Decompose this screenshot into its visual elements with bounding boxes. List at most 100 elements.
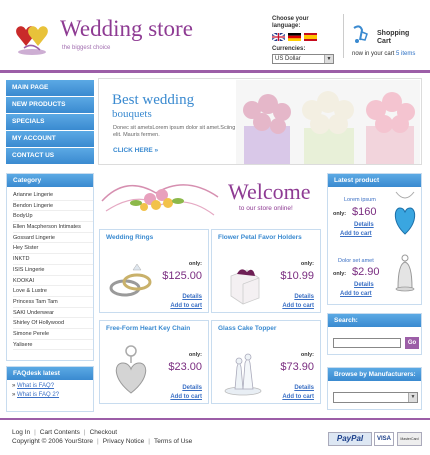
product-add-to-cart-link[interactable]: Add to cart bbox=[170, 394, 202, 400]
currencies-label: Currencies: bbox=[272, 46, 306, 52]
language-label: Choose your language: bbox=[272, 16, 309, 29]
product-details-link[interactable]: Details bbox=[182, 385, 202, 391]
latest-product-name-link[interactable]: Lorem ipsum bbox=[344, 197, 376, 203]
latest-product-title: Latest product bbox=[328, 174, 421, 187]
nav-specials[interactable]: SPECIALS bbox=[6, 114, 94, 130]
product-price: $125.00 bbox=[162, 270, 202, 282]
flag-germany-icon[interactable] bbox=[288, 33, 301, 41]
category-item[interactable]: SAKI Underwear bbox=[13, 308, 93, 319]
visa-logo: VISA bbox=[374, 432, 394, 446]
category-item[interactable]: Love & Lustre bbox=[13, 286, 93, 297]
heart-key-chain-image[interactable] bbox=[105, 341, 157, 396]
product-only-label: only: bbox=[188, 352, 202, 358]
product-price: $10.99 bbox=[280, 270, 314, 282]
nav-my-account[interactable]: MY ACCOUNT bbox=[6, 131, 94, 147]
banner-text: Donec sit ametsLorem ipsum dolor sit ame… bbox=[113, 125, 236, 138]
flowers-ribbon-image bbox=[101, 184, 219, 216]
nav-contact-us[interactable]: CONTACT US bbox=[6, 148, 94, 164]
category-item[interactable]: Yalisere bbox=[13, 340, 93, 351]
product-name-link[interactable]: Free-Form Heart Key Chain bbox=[106, 325, 190, 332]
category-item[interactable]: Hey Sister bbox=[13, 243, 93, 255]
shopping-cart-link[interactable]: Shopping Cart bbox=[377, 30, 409, 46]
search-title: Search: bbox=[328, 314, 421, 327]
category-item[interactable]: Ellen Macpherson Intimates bbox=[13, 222, 93, 233]
language-flags bbox=[272, 33, 317, 41]
product-only-label: only: bbox=[300, 352, 314, 358]
footer-login-link[interactable]: Log In bbox=[12, 429, 30, 436]
category-item[interactable]: Gossard Lingerie bbox=[13, 233, 93, 244]
welcome-title: Welcome bbox=[228, 179, 311, 204]
mastercard-logo: MasterCard bbox=[397, 432, 422, 446]
latest-product-add-to-cart-link[interactable]: Add to cart bbox=[340, 291, 372, 297]
banner-subtitle: bouquets bbox=[112, 108, 152, 120]
manufacturers-select[interactable]: ▼ bbox=[333, 392, 418, 403]
chevron-down-icon: ▼ bbox=[324, 55, 333, 63]
category-title: Category bbox=[7, 174, 93, 187]
latest-product-name-link[interactable]: Dolor set amet bbox=[338, 258, 374, 264]
shopping-cart-icon[interactable] bbox=[351, 24, 369, 44]
latest-product-details-link[interactable]: Details bbox=[354, 222, 374, 228]
category-item[interactable]: KOOKAI bbox=[13, 276, 93, 287]
faq-title: FAQdesk latest bbox=[7, 367, 93, 380]
flag-uk-icon[interactable] bbox=[272, 33, 285, 41]
search-input[interactable] bbox=[333, 338, 401, 348]
footer-privacy-link[interactable]: Privacy Notice bbox=[103, 438, 145, 445]
cart-items-link[interactable]: 5 items bbox=[396, 51, 415, 57]
nav-new-products[interactable]: NEW PRODUCTS bbox=[6, 97, 94, 113]
nav-main-page[interactable]: MAIN PAGE bbox=[6, 80, 94, 96]
glass-cake-topper-image[interactable] bbox=[217, 341, 269, 396]
product-name-link[interactable]: Glass Cake Topper bbox=[218, 325, 276, 332]
latest-product-add-to-cart-link[interactable]: Add to cart bbox=[340, 231, 372, 237]
latest-product-details-link[interactable]: Details bbox=[354, 282, 374, 288]
search-go-button[interactable]: Go bbox=[405, 337, 419, 349]
header-divider-line bbox=[0, 70, 430, 73]
latest-product-only-label: only: bbox=[333, 271, 347, 277]
product-only-label: only: bbox=[188, 261, 202, 267]
chevron-down-icon: ▼ bbox=[408, 393, 417, 402]
favor-holder-image[interactable] bbox=[217, 250, 269, 305]
product-details-link[interactable]: Details bbox=[294, 294, 314, 300]
bell-image[interactable] bbox=[394, 254, 416, 296]
bouquets-image bbox=[236, 80, 420, 164]
category-box: Category Arianne Lingerie Bendon Lingeri… bbox=[6, 173, 94, 361]
faq-link[interactable]: » What is FAQ 2? bbox=[7, 392, 93, 398]
product-details-link[interactable]: Details bbox=[182, 294, 202, 300]
store-logo-subtitle: the biggest choice bbox=[62, 45, 111, 51]
product-name-link[interactable]: Flower Petal Favor Holders bbox=[218, 234, 302, 241]
product-name-link[interactable]: Wedding Rings bbox=[106, 234, 153, 241]
category-item[interactable]: Simone Perele bbox=[13, 329, 93, 340]
welcome-subtitle: to our store online! bbox=[239, 205, 293, 212]
product-card: Free-Form Heart Key Chain only: $23.00 D… bbox=[99, 320, 209, 404]
category-item[interactable]: INKTD bbox=[13, 254, 93, 265]
footer-checkout-link[interactable]: Checkout bbox=[90, 429, 117, 436]
currency-select[interactable]: US Dollar ▼ bbox=[272, 54, 334, 64]
heart-pendant-image[interactable] bbox=[392, 190, 418, 238]
latest-product-box: Latest product Lorem ipsum only: $160 De… bbox=[327, 173, 422, 305]
category-item[interactable]: BodyUp bbox=[13, 211, 93, 223]
header-divider bbox=[343, 14, 344, 58]
product-price: $73.90 bbox=[280, 361, 314, 373]
footer-divider bbox=[0, 418, 430, 420]
product-add-to-cart-link[interactable]: Add to cart bbox=[282, 394, 314, 400]
paypal-logo: PayPal bbox=[328, 432, 372, 446]
product-only-label: only: bbox=[300, 261, 314, 267]
footer-cart-contents-link[interactable]: Cart Contents bbox=[40, 429, 80, 436]
product-details-link[interactable]: Details bbox=[294, 385, 314, 391]
wedding-rings-image[interactable] bbox=[105, 250, 157, 305]
product-card: Flower Petal Favor Holders only: $10.99 … bbox=[211, 229, 321, 313]
flag-spain-icon[interactable] bbox=[304, 33, 317, 41]
faq-link[interactable]: » What is FAQ? bbox=[7, 383, 93, 389]
banner-click-here-link[interactable]: CLICK HERE » bbox=[113, 147, 158, 154]
category-item[interactable]: Shirley Of Hollywood bbox=[13, 318, 93, 329]
category-item[interactable]: Bendon Lingerie bbox=[13, 201, 93, 212]
product-add-to-cart-link[interactable]: Add to cart bbox=[170, 303, 202, 309]
cart-status: now in your cart 5 items bbox=[352, 51, 416, 57]
faq-box: FAQdesk latest » What is FAQ? » What is … bbox=[6, 366, 94, 412]
category-item[interactable]: ISIS Lingerie bbox=[13, 265, 93, 276]
store-logo-title[interactable]: Wedding store bbox=[60, 16, 193, 42]
hearts-logo-icon bbox=[16, 26, 48, 55]
product-add-to-cart-link[interactable]: Add to cart bbox=[282, 303, 314, 309]
footer-terms-link[interactable]: Terms of Use bbox=[154, 438, 192, 445]
category-item[interactable]: Arianne Lingerie bbox=[13, 190, 93, 201]
category-item[interactable]: Princess Tam Tam bbox=[13, 297, 93, 308]
